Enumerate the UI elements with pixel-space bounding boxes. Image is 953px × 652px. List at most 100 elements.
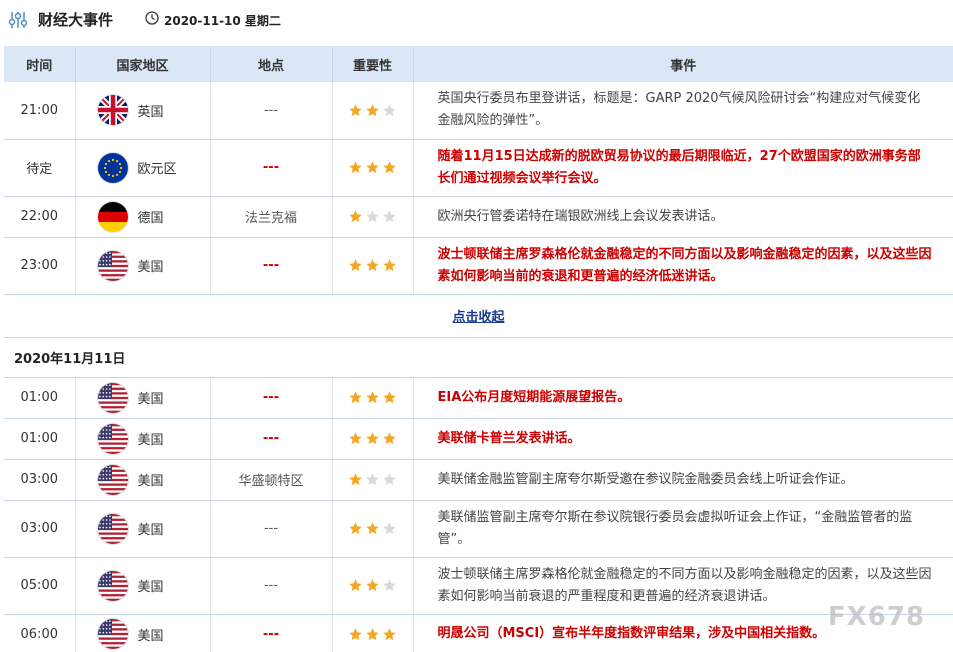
event-description: EIA公布月度短期能源展望报告。	[413, 377, 953, 419]
star-icon	[365, 390, 380, 405]
column-header-time: 时间	[4, 46, 76, 82]
table-row: 06:00 美国 --- 明晟公司（MSCI）宣布半年度指数评审结果，涉及中国相关指数…	[4, 614, 953, 652]
flag-us-icon	[97, 423, 128, 454]
event-description: 美联储监管副主席夸尔斯在参议院银行委员会虚拟听证会上作证，“金融监管者的监管”。	[413, 500, 953, 558]
star-icon	[365, 627, 380, 642]
table-row: 21:00 英国 --- 英国央行委员布里登讲话，标题是：GARP 2020气候风险研…	[4, 82, 953, 140]
table-row: 22:00 德国 法兰克福 欧洲央行管委诺特在瑞银欧洲线上会议发表讲话。	[4, 196, 953, 238]
flag-de-icon	[97, 201, 128, 232]
star-icon	[382, 103, 397, 118]
event-time: 03:00	[4, 500, 76, 558]
star-icon	[348, 103, 363, 118]
day2-rows: 01:00 美国 --- EIA公布月度短期能源展望报告。 01:00 美国 --- 美联储卡…	[4, 377, 953, 652]
event-country-cell: 美国	[75, 418, 211, 460]
event-importance	[332, 82, 414, 140]
event-country: 美国	[137, 523, 164, 538]
event-description: 美联储金融监管副主席夸尔斯受邀在参议院金融委员会线上听证会作证。	[413, 459, 953, 501]
event-importance	[332, 377, 414, 419]
star-icon	[348, 209, 363, 224]
date-divider-label: 2020年11月11日	[4, 337, 953, 378]
date-divider-row: 2020年11月11日	[4, 337, 953, 378]
collapse-row: 点击收起	[4, 294, 953, 338]
event-time: 待定	[4, 139, 76, 197]
star-icon	[382, 521, 397, 536]
event-place: 华盛顿特区	[210, 459, 333, 501]
event-description: 波士顿联储主席罗森格伦就金融稳定的不同方面以及影响金融稳定的因素，以及这些因素如…	[413, 237, 953, 295]
column-header-country: 国家地区	[75, 46, 211, 82]
star-icon	[365, 160, 380, 175]
table-row: 03:00 美国 华盛顿特区 美联储金融监管副主席夸尔斯受邀在参议院金融委员会线上听证…	[4, 459, 953, 501]
star-icon	[365, 472, 380, 487]
event-importance	[332, 557, 414, 615]
star-icon	[382, 578, 397, 593]
star-icon	[348, 627, 363, 642]
star-icon	[382, 160, 397, 175]
star-icon	[382, 472, 397, 487]
flag-us-icon	[97, 250, 128, 281]
star-icon	[348, 521, 363, 536]
event-country: 英国	[137, 104, 164, 120]
event-country-cell: 美国	[75, 237, 211, 295]
star-icon	[348, 258, 363, 273]
event-place: ---	[210, 418, 333, 460]
event-importance	[332, 139, 414, 197]
flag-us-icon	[97, 382, 128, 413]
event-country-cell: 欧元区	[75, 139, 211, 197]
event-place: ---	[210, 139, 333, 197]
star-icon	[348, 431, 363, 446]
event-time: 03:00	[4, 459, 76, 501]
column-header-event: 事件	[413, 46, 953, 82]
current-date: 2020-11-10 星期二	[164, 14, 281, 28]
event-country: 德国	[137, 211, 164, 226]
table-header-row: 时间 国家地区 地点 重要性 事件	[4, 46, 953, 82]
column-header-importance: 重要性	[332, 46, 414, 82]
event-country: 欧元区	[137, 162, 177, 177]
event-country: 美国	[137, 628, 164, 644]
event-place: ---	[210, 614, 333, 652]
event-place: ---	[210, 500, 333, 558]
star-icon	[382, 390, 397, 405]
page-title: 财经大事件	[38, 11, 114, 29]
top-bar: 财经大事件 2020-11-10 星期二	[0, 0, 953, 42]
star-icon	[365, 258, 380, 273]
event-country-cell: 美国	[75, 377, 211, 419]
star-icon	[348, 160, 363, 175]
star-icon	[382, 627, 397, 642]
star-icon	[382, 431, 397, 446]
flag-eu-icon	[97, 152, 128, 183]
event-importance	[332, 196, 414, 238]
event-place: ---	[210, 557, 333, 615]
event-importance	[332, 500, 414, 558]
star-icon	[365, 521, 380, 536]
event-time: 01:00	[4, 418, 76, 460]
event-country-cell: 英国	[75, 82, 211, 140]
table-row: 待定 欧元区 --- 随着11月15日达成新的脱欧贸易协议的最后期限临近，27个欧盟国…	[4, 139, 953, 197]
event-country-cell: 美国	[75, 614, 211, 652]
flag-us-icon	[97, 570, 128, 601]
event-country: 美国	[137, 433, 164, 448]
event-time: 01:00	[4, 377, 76, 419]
clock-icon	[145, 11, 159, 25]
flag-us-icon	[97, 464, 128, 495]
event-importance	[332, 237, 414, 295]
event-importance	[332, 614, 414, 652]
star-icon	[348, 472, 363, 487]
table-row: 23:00 美国 --- 波士顿联储主席罗森格伦就金融稳定的不同方面以及影响金融稳定的…	[4, 237, 953, 295]
star-icon	[365, 431, 380, 446]
event-country: 美国	[137, 474, 164, 489]
collapse-link[interactable]: 点击收起	[452, 310, 504, 325]
star-icon	[348, 390, 363, 405]
event-importance	[332, 459, 414, 501]
event-country: 美国	[137, 392, 164, 407]
star-icon	[382, 258, 397, 273]
day1-rows: 21:00 英国 --- 英国央行委员布里登讲话，标题是：GARP 2020气候风险研…	[4, 82, 953, 295]
column-header-place: 地点	[210, 46, 333, 82]
event-description: 美联储卡普兰发表讲话。	[413, 418, 953, 460]
event-time: 22:00	[4, 196, 76, 238]
event-place: ---	[210, 82, 333, 140]
star-icon	[348, 578, 363, 593]
table-row: 03:00 美国 --- 美联储监管副主席夸尔斯在参议院银行委员会虚拟听证会上作证，“…	[4, 500, 953, 558]
event-description: 欧洲央行管委诺特在瑞银欧洲线上会议发表讲话。	[413, 196, 953, 238]
event-country-cell: 美国	[75, 557, 211, 615]
event-place: 法兰克福	[210, 196, 333, 238]
